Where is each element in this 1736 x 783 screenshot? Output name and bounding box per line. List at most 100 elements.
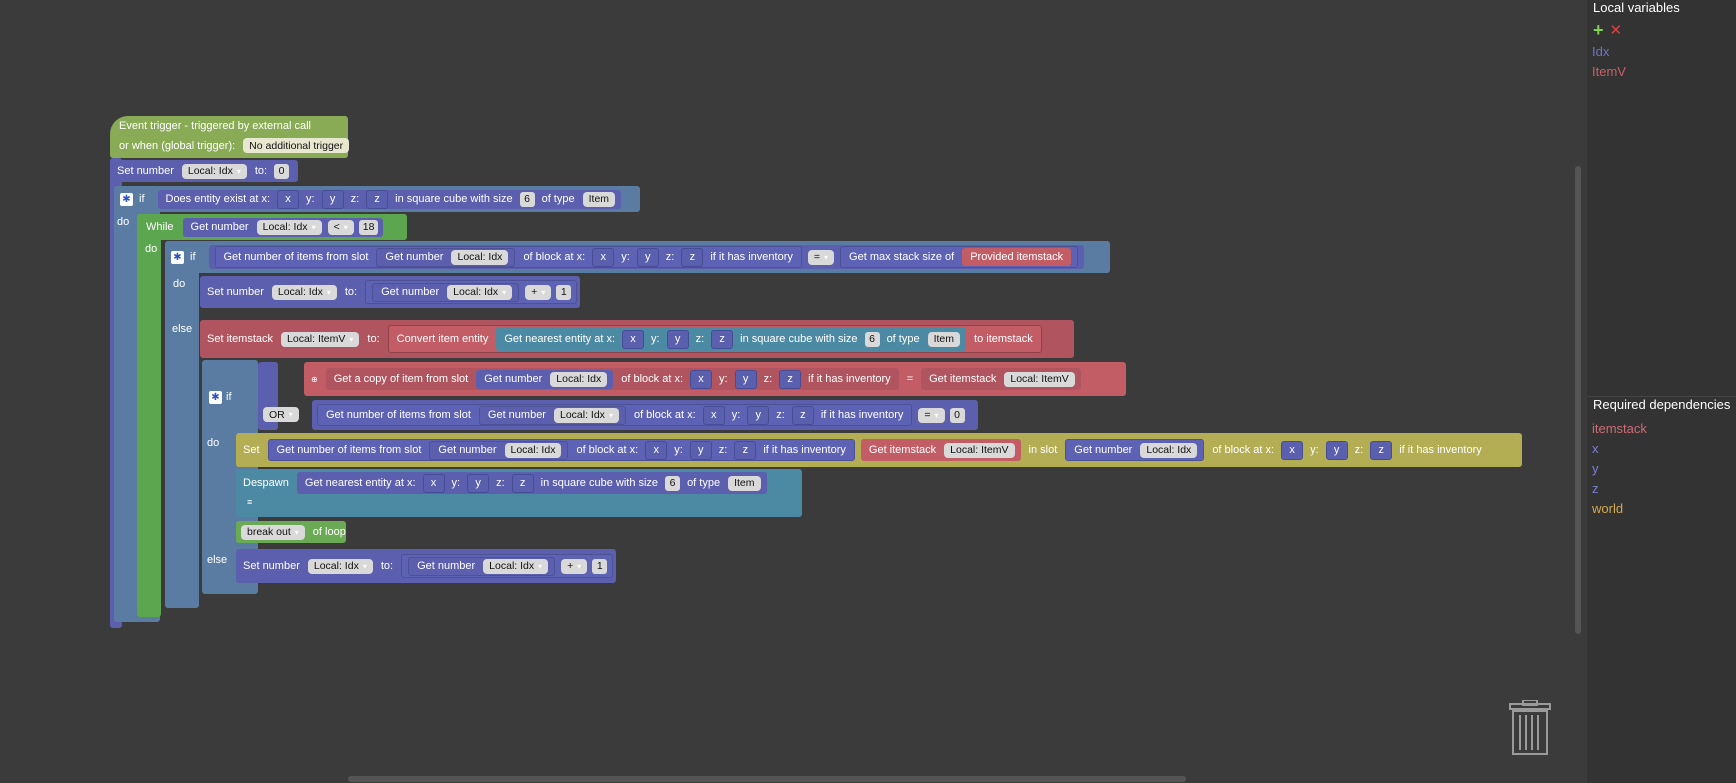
get-number-block[interactable]: Get number Local: Idx (376, 247, 516, 267)
y-slot[interactable]: y (467, 473, 490, 493)
type-dropdown[interactable]: Item (582, 191, 616, 207)
logic-dropdown[interactable]: OR ▾ (263, 407, 299, 422)
var-dropdown[interactable]: Local: Idx (550, 371, 608, 387)
y-slot[interactable]: y (689, 440, 712, 460)
get-number-block[interactable]: Get number Local: Idx (429, 440, 569, 460)
z-slot[interactable]: z (1370, 440, 1393, 460)
size-field[interactable]: 6 (864, 331, 880, 347)
y-slot[interactable]: y (747, 405, 770, 425)
operator-dropdown[interactable]: + ▾ (561, 558, 588, 574)
add-block[interactable]: Get number Local: Idx ▾ + ▾ 1 (365, 280, 578, 304)
gear-icon[interactable]: ✱ (120, 192, 133, 206)
convert-entity-block[interactable]: Convert item entity Get nearest entity a… (387, 325, 1042, 353)
get-number-block[interactable]: Get number Local: Idx ▾ (478, 405, 626, 425)
if-header[interactable]: ✱ if Does entity exist at x: x y: y z: z… (114, 186, 640, 212)
item-count-block[interactable]: Get number of items from slot Get number… (267, 439, 855, 461)
y-slot[interactable]: y (636, 247, 659, 267)
y-slot[interactable]: y (666, 329, 689, 349)
blockly-workspace[interactable]: Event trigger - triggered by external ca… (0, 0, 1587, 783)
provided-itemstack-block[interactable]: Provided itemstack (962, 248, 1072, 266)
size-field[interactable]: 6 (519, 191, 535, 207)
local-variable-itemv[interactable]: ItemV (1587, 62, 1736, 82)
set-number-block[interactable]: Set number Local: Idx ▾ to: 0 (110, 160, 298, 182)
x-slot[interactable]: x (622, 329, 645, 349)
var-dropdown[interactable]: Local: ItemV (1004, 371, 1075, 387)
var-dropdown[interactable]: Local: Idx (451, 249, 509, 265)
number-field[interactable]: 1 (592, 558, 608, 574)
z-slot[interactable]: z (791, 405, 814, 425)
slot-get-number-block[interactable]: Get number Local: Idx (1065, 439, 1205, 461)
get-itemstack-block[interactable]: Get itemstack Local: ItemV (921, 368, 1081, 390)
if-else-header[interactable]: ✱ if Get number of items from slot Get n… (165, 241, 1110, 273)
add-variable-icon[interactable]: + (1593, 20, 1604, 41)
z-slot[interactable]: z (681, 247, 704, 267)
mutator-icon[interactable]: ≡ (242, 497, 257, 507)
x-slot[interactable]: x (422, 473, 445, 493)
get-itemstack-block[interactable]: Get itemstack Local: ItemV (860, 439, 1021, 461)
horizontal-scrollbar[interactable] (348, 776, 1186, 782)
var-dropdown[interactable]: Local: Idx ▾ (553, 407, 619, 423)
z-slot[interactable]: z (779, 369, 802, 389)
set-number-block[interactable]: Set number Local: Idx ▾ to: Get number Loc… (236, 549, 616, 583)
x-slot[interactable]: x (645, 440, 668, 460)
get-number-block[interactable]: Get number Local: Idx (476, 369, 614, 389)
number-field[interactable]: 18 (358, 219, 379, 235)
z-slot[interactable]: z (511, 473, 534, 493)
compare-block[interactable]: Get number Local: Idx ▾ < ▾ 18 (182, 217, 384, 237)
z-slot[interactable]: z (366, 189, 389, 209)
copy-item-block[interactable]: Get a copy of item from slot Get number L… (325, 368, 899, 390)
y-slot[interactable]: y (734, 369, 757, 389)
get-number-block[interactable]: Get number Local: Idx ▾ (372, 282, 520, 302)
operator-dropdown[interactable]: = ▾ (807, 249, 835, 265)
max-stack-block[interactable]: Get max stack size of Provided itemstack (840, 246, 1079, 268)
var-dropdown[interactable]: Local: ItemV (944, 442, 1015, 458)
var-dropdown[interactable]: Local: Idx ▾ (271, 284, 337, 300)
item-count-block[interactable]: Get number of items from slot Get number… (317, 404, 913, 426)
remove-variable-icon[interactable]: ✕ (1610, 21, 1623, 39)
set-itemstack-block[interactable]: Set itemstack Local: ItemV ▾ to: Convert … (200, 320, 1074, 358)
item-count-block[interactable]: Get number of items from slot Get number… (214, 246, 802, 268)
var-dropdown[interactable]: Local: Idx ▾ (447, 284, 513, 300)
gear-icon[interactable]: ✱ (209, 391, 222, 404)
operator-dropdown[interactable]: + ▾ (525, 284, 552, 300)
var-dropdown[interactable]: Local: Idx (504, 442, 562, 458)
type-dropdown[interactable]: Item (728, 475, 761, 491)
var-dropdown[interactable]: Local: Idx ▾ (181, 163, 247, 179)
break-dropdown[interactable]: break out ▾ (241, 524, 305, 540)
var-dropdown[interactable]: Local: Idx ▾ (483, 558, 549, 574)
size-field[interactable]: 6 (665, 475, 681, 491)
var-dropdown[interactable]: Local: Idx ▾ (256, 219, 322, 235)
despawn-block[interactable]: Despawn Get nearest entity at x: x y: y … (236, 469, 802, 517)
operator-dropdown[interactable]: = ▾ (918, 407, 945, 423)
vertical-scrollbar[interactable] (1575, 166, 1581, 634)
gear-icon[interactable]: ✱ (171, 250, 184, 264)
number-field[interactable]: 1 (556, 284, 572, 300)
compare-block[interactable]: Get number of items from slot Get number… (208, 245, 1085, 269)
x-slot[interactable]: x (702, 405, 725, 425)
type-dropdown[interactable]: Item (927, 331, 961, 347)
global-trigger-dropdown[interactable]: No additional trigger (243, 138, 350, 153)
operator-dropdown[interactable]: < ▾ (327, 219, 354, 235)
trash-icon[interactable] (1508, 700, 1552, 756)
entity-exist-block[interactable]: Does entity exist at x: x y: y z: z in s… (157, 189, 622, 209)
set-number-block[interactable]: Set number Local: Idx ▾ to: Get number Loc… (200, 276, 580, 308)
number-field[interactable]: 0 (274, 163, 290, 179)
y-slot[interactable]: y (1325, 440, 1348, 460)
get-number-block[interactable]: Get number Local: Idx ▾ (408, 556, 556, 576)
x-slot[interactable]: x (1281, 440, 1304, 460)
number-field[interactable]: 0 (949, 407, 965, 423)
while-block[interactable] (137, 214, 161, 617)
compare-itemstack-block[interactable]: ⊕ Get a copy of item from slot Get numbe… (304, 362, 1126, 396)
z-slot[interactable]: z (711, 329, 734, 349)
if-else-block[interactable] (165, 241, 199, 608)
y-slot[interactable]: y (321, 189, 344, 209)
set-slot-block[interactable]: Set Get number of items from slot Get nu… (236, 433, 1522, 467)
var-dropdown[interactable]: Local: Idx (1140, 442, 1198, 458)
compare-count-block[interactable]: Get number of items from slot Get number… (312, 400, 978, 430)
local-variable-idx[interactable]: Idx (1587, 42, 1736, 62)
x-slot[interactable]: x (592, 247, 615, 267)
z-slot[interactable]: z (734, 440, 757, 460)
x-slot[interactable]: x (277, 189, 300, 209)
event-trigger-block[interactable]: Event trigger - triggered by external ca… (110, 116, 350, 158)
x-slot[interactable]: x (690, 369, 713, 389)
